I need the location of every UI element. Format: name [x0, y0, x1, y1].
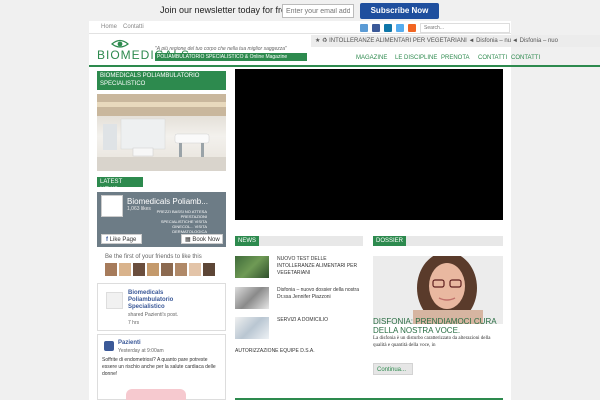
ticker-overflow[interactable]: ◄ Disfonia – nuo [511, 35, 600, 47]
dossier-portrait [373, 256, 503, 324]
fb-like-label: Like Page [109, 237, 137, 243]
clinic-room-image [97, 94, 226, 171]
facebook-icon[interactable] [372, 24, 380, 32]
post-image[interactable] [126, 389, 186, 400]
news-item[interactable]: SERVIZI A DOMICILIO [235, 317, 363, 339]
section-header-poliambulatorio: BIOMEDICALS POLIAMBULATORIO SPECIALISTIC… [97, 71, 226, 90]
post-time[interactable]: 7 hrs [128, 320, 139, 326]
nav-item-discipline[interactable]: LE DISCIPLINE [395, 55, 437, 61]
nav-item-contatti[interactable]: CONTATTI [478, 55, 507, 61]
news-thumbnail[interactable] [235, 256, 269, 278]
news-item[interactable]: NUOVO TEST DELLE INTOLLERANZE ALIMENTARI… [235, 256, 363, 278]
facebook-icon: f [106, 237, 108, 243]
topbar-link-home[interactable]: Home [101, 24, 117, 30]
subscribe-button[interactable]: Subscribe Now [360, 3, 439, 19]
dossier-image[interactable] [373, 256, 503, 324]
section-header-latest-news: LATEST NEWS [97, 177, 143, 193]
continua-button[interactable]: Continua... [373, 363, 413, 375]
post-avatar[interactable] [106, 292, 123, 309]
rss-icon[interactable] [408, 24, 416, 32]
news-item[interactable]: Disfonia – nuovo dossier della nostra Dr… [235, 287, 363, 309]
post-author[interactable]: Pazienti [118, 340, 141, 347]
post-author[interactable]: Biomedicals Poliambulatorio Specialistic… [128, 290, 190, 311]
fb-promo-text: PREZZI BASSI NO ATTESA PRESTAZIONI SPECI… [156, 209, 207, 234]
friend-avatar[interactable] [161, 263, 173, 276]
nav-item-prenota[interactable]: PRENOTA [441, 55, 470, 61]
news-item-title[interactable]: Disfonia – nuovo dossier della nostra Dr… [277, 287, 365, 301]
newsletter-bar: Join our newsletter today for free. Subs… [0, 0, 600, 21]
calendar-icon: ▦ [185, 237, 191, 243]
newsletter-text: Join our newsletter today for free. [160, 5, 294, 15]
news-item-title[interactable]: NUOVO TEST DELLE INTOLLERANZE ALIMENTARI… [277, 256, 365, 277]
tab-news[interactable]: NEWS [235, 236, 259, 246]
email-icon[interactable] [360, 24, 368, 32]
fb-original-post: Pazienti Yesterday at 9:00am Soffrite di… [97, 334, 226, 400]
pazienti-avatar[interactable] [104, 341, 114, 351]
friend-avatar[interactable] [203, 263, 215, 276]
dossier-title[interactable]: DISFONIA: PRENDIAMOCI CURA DELLA NOSTRA … [373, 317, 503, 335]
friends-like-text: Be the first of your friends to like thi… [105, 254, 202, 260]
friend-avatar[interactable] [147, 263, 159, 276]
topbar-link-contatti[interactable]: Contatti [123, 24, 144, 30]
fb-page-title[interactable]: Biomedicals Poliamb... [127, 197, 208, 206]
friend-avatar[interactable] [119, 263, 131, 276]
fb-shared-post: Biomedicals Poliambulatorio Specialistic… [97, 283, 226, 331]
twitter-icon[interactable] [396, 24, 404, 32]
friend-avatar[interactable] [105, 263, 117, 276]
news-item-title[interactable]: SERVIZI A DOMICILIO [277, 317, 365, 324]
news-item-title[interactable]: AUTORIZZAZIONE EQUIPE D.S.A. [235, 348, 315, 354]
facebook-page-widget: Biomedicals Poliamb... 1,063 likes PREZZ… [97, 192, 226, 247]
newsletter-email-input[interactable] [282, 4, 354, 18]
main-nav: MAGAZINE LE DISCIPLINE PRENOTA CONTATTI [89, 55, 511, 63]
news-ticker[interactable]: ★ ♻ INTOLLERANZE ALIMENTARI PER VEGETARI… [311, 35, 511, 47]
fb-book-label: Book Now [192, 237, 220, 243]
fb-like-page-button[interactable]: f Like Page [101, 234, 142, 244]
logo-tagline: "A più regione del tuo corpo che nella t… [155, 46, 287, 52]
nav-item-label: CONTATTI [511, 55, 541, 61]
video-player[interactable] [235, 69, 503, 220]
page-container: Home Contatti BIOMEDICALS "A più regione… [89, 21, 511, 400]
fb-page-avatar[interactable] [101, 195, 123, 217]
tab-dossier[interactable]: DOSSIER [373, 236, 407, 246]
fb-book-now-button[interactable]: ▦ Book Now [181, 234, 223, 244]
nav-item-contatti-overflow[interactable]: CONTATTI [511, 55, 600, 65]
news-thumbnail[interactable] [235, 287, 269, 309]
nav-divider-overflow [511, 65, 600, 67]
friend-avatar[interactable] [175, 263, 187, 276]
dossier-excerpt: La disfonia è un disturbo caratterizzato… [373, 336, 491, 348]
post-body: Soffrite di endometriosi? A quanto pare … [102, 357, 216, 377]
news-thumbnail[interactable] [235, 317, 269, 339]
search-input[interactable] [420, 23, 510, 33]
friend-avatar[interactable] [189, 263, 201, 276]
top-bar: Home Contatti [89, 21, 511, 34]
linkedin-icon[interactable] [384, 24, 392, 32]
post-action: shared Pazienti's post. [128, 312, 179, 318]
post-time[interactable]: Yesterday at 9:00am [118, 348, 164, 354]
clinic-photo [97, 94, 226, 171]
nav-divider [89, 65, 511, 67]
nav-item-magazine[interactable]: MAGAZINE [356, 55, 387, 61]
friend-avatar[interactable] [133, 263, 145, 276]
